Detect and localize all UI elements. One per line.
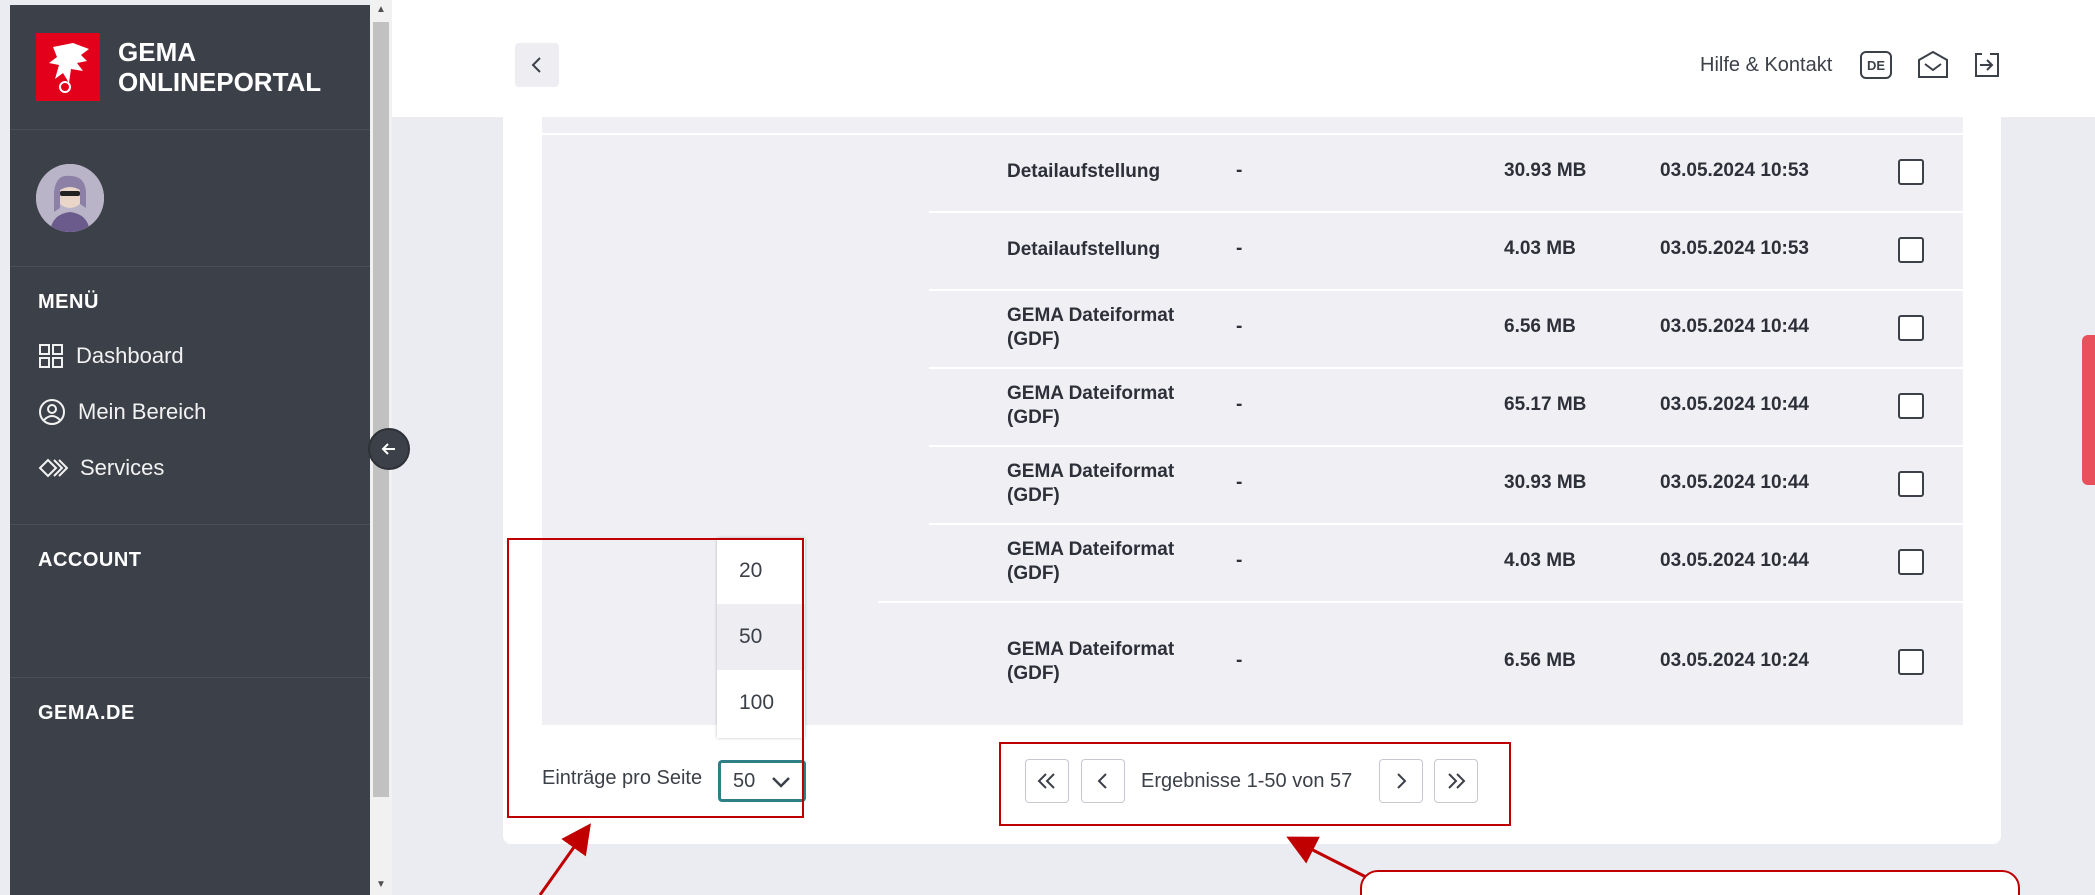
annotation-arrows: [538, 823, 1367, 895]
